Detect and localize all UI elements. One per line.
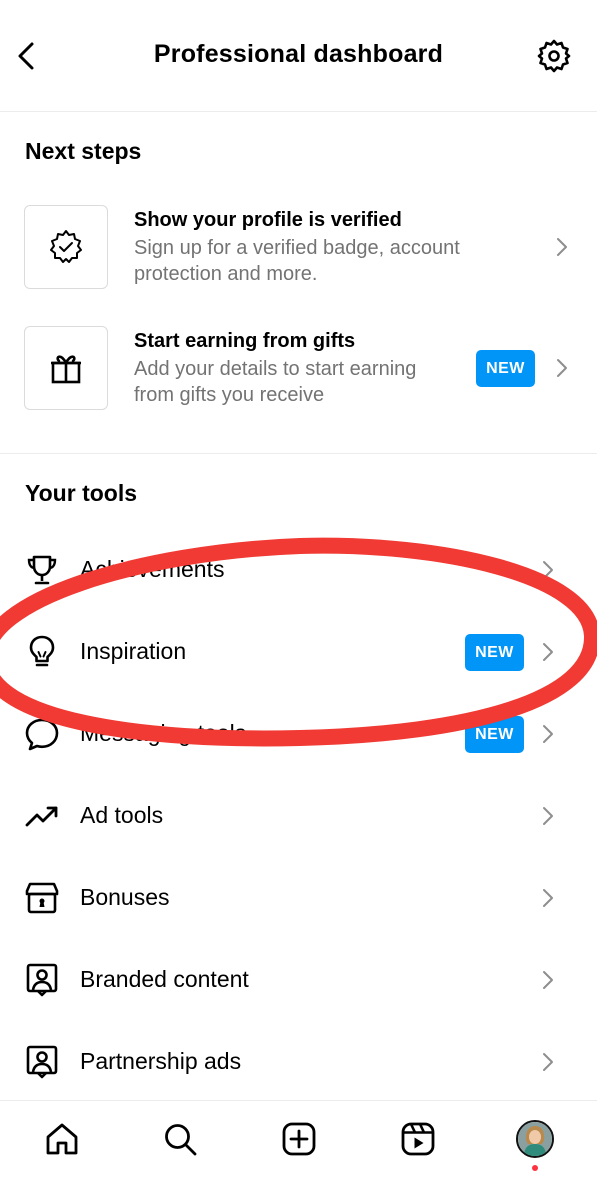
step-subtitle: Sign up for a verified badge, account pr…: [134, 237, 460, 285]
tool-label: Inspiration: [80, 638, 187, 664]
new-badge: NEW: [476, 350, 535, 387]
tool-label: Ad tools: [80, 802, 164, 828]
lightbulb-icon: [22, 632, 62, 672]
bottom-nav: [0, 1100, 597, 1201]
partnership-ads-icon: [22, 1042, 62, 1082]
plus-square-icon: [282, 1122, 316, 1156]
section-divider: [0, 453, 597, 454]
step-icon-box: [24, 326, 108, 410]
nav-home[interactable]: [40, 1117, 84, 1161]
notification-dot: [532, 1165, 538, 1171]
tool-branded-content[interactable]: Branded content: [0, 950, 597, 1010]
gift-box-icon: [22, 878, 62, 918]
tool-ad-tools[interactable]: Ad tools: [0, 786, 597, 846]
tool-label: Branded content: [80, 966, 249, 992]
step-title: Start earning from gifts: [134, 330, 356, 352]
tool-label: Achievements: [80, 556, 225, 582]
tool-inspiration[interactable]: Inspiration NEW: [0, 622, 597, 682]
nav-create[interactable]: [277, 1117, 321, 1161]
branded-content-icon: [22, 960, 62, 1000]
chevron-right-icon: [552, 235, 572, 259]
chevron-right-icon: [538, 804, 558, 828]
home-icon: [46, 1123, 78, 1155]
nav-reels[interactable]: [396, 1117, 440, 1161]
chevron-right-icon: [538, 722, 558, 746]
nav-search[interactable]: [158, 1117, 202, 1161]
trending-up-icon: [22, 796, 62, 836]
step-subtitle: Add your details to start earning from g…: [134, 358, 417, 406]
step-gifts[interactable]: Start earning from gifts Add your detail…: [0, 326, 597, 414]
next-steps-heading: Next steps: [25, 138, 142, 164]
search-icon: [165, 1124, 197, 1156]
tool-bonuses[interactable]: Bonuses: [0, 868, 597, 928]
nav-profile[interactable]: [513, 1117, 557, 1161]
tool-partnership-ads[interactable]: Partnership ads: [0, 1032, 597, 1092]
new-badge: NEW: [465, 716, 524, 753]
chevron-right-icon: [538, 968, 558, 992]
trophy-icon: [22, 550, 62, 590]
verified-badge-icon: [50, 230, 82, 263]
gear-icon: [537, 39, 571, 73]
tool-messaging[interactable]: Messaging tools NEW: [0, 704, 597, 764]
chevron-right-icon: [552, 356, 572, 380]
step-icon-box: [24, 205, 108, 289]
tool-achievements[interactable]: Achievements: [0, 540, 597, 600]
avatar: [516, 1120, 554, 1158]
chevron-right-icon: [538, 886, 558, 910]
step-verified[interactable]: Show your profile is verified Sign up fo…: [0, 205, 597, 293]
tool-label: Partnership ads: [80, 1048, 242, 1074]
tool-label: Messaging tools: [80, 720, 247, 746]
tool-label: Bonuses: [80, 884, 170, 910]
your-tools-heading: Your tools: [25, 480, 138, 506]
reels-icon: [401, 1122, 435, 1156]
new-badge: NEW: [465, 634, 524, 671]
top-bar: Professional dashboard: [0, 0, 597, 112]
message-bubble-icon: [22, 714, 62, 754]
annotation-ellipse: [0, 537, 597, 747]
gift-icon: [51, 355, 81, 384]
settings-button[interactable]: [534, 36, 574, 76]
header-divider: [0, 111, 597, 112]
page-title: Professional dashboard: [153, 40, 444, 68]
chevron-right-icon: [538, 558, 558, 582]
chevron-right-icon: [538, 1050, 558, 1074]
step-title: Show your profile is verified: [134, 209, 402, 231]
chevron-right-icon: [538, 640, 558, 664]
